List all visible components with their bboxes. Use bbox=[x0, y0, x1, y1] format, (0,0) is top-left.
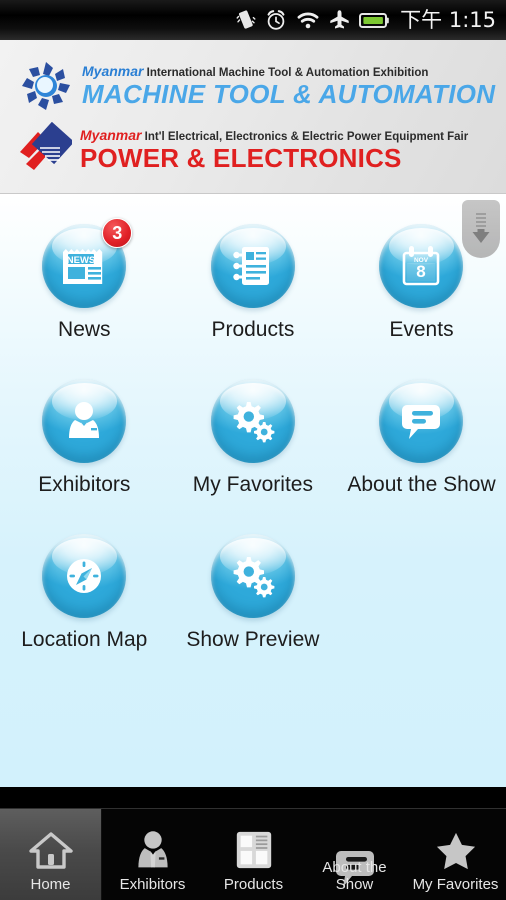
status-time: 下午 1:15 bbox=[400, 7, 496, 32]
machine-tool-title: MACHINE TOOL & AUTOMATION bbox=[82, 78, 496, 109]
menu-item-show-preview[interactable]: Show Preview bbox=[169, 498, 338, 653]
power-electronics-title: POWER & ELECTRONICS bbox=[80, 142, 402, 173]
battery-icon bbox=[359, 12, 389, 29]
power-electronics-subtitle: Int'l Electrical, Electronics & Electric… bbox=[144, 130, 469, 143]
menu-item-about-the-show[interactable]: About the Show bbox=[337, 343, 506, 498]
tab-label-about-the-show: About the Show bbox=[322, 859, 387, 893]
document-list-icon bbox=[211, 224, 295, 308]
gears-icon bbox=[211, 534, 295, 618]
status-bar: 下午 1:15 bbox=[0, 0, 506, 40]
scroll-down-icon[interactable] bbox=[462, 200, 500, 258]
businessperson-icon bbox=[131, 826, 175, 874]
menu-cell-empty bbox=[337, 498, 506, 653]
machine-tool-subtitle: International Machine Tool & Automation … bbox=[146, 66, 429, 79]
vibrate-icon bbox=[236, 9, 256, 31]
menu-label-news: News bbox=[58, 318, 111, 341]
menu-label-events: Events bbox=[389, 318, 454, 341]
tab-exhibitors[interactable]: Exhibitors bbox=[102, 809, 203, 900]
businessperson-icon bbox=[42, 379, 126, 463]
menu-item-news[interactable]: NEWS 3 News bbox=[0, 214, 169, 343]
newspaper-icon: NEWS bbox=[42, 224, 126, 308]
power-electronics-subtitle-line: Myanmar Int'l Electrical, Electronics & … bbox=[80, 126, 469, 144]
tab-home[interactable]: Home bbox=[0, 809, 102, 900]
menu-item-location-map[interactable]: Location Map bbox=[0, 498, 169, 653]
menu-label-exhibitors: Exhibitors bbox=[38, 473, 131, 496]
star-icon bbox=[434, 826, 478, 874]
machine-tool-logo-mark bbox=[18, 58, 74, 114]
tab-label-my-favorites: My Favorites bbox=[412, 876, 499, 893]
svg-text:NEWS: NEWS bbox=[67, 255, 96, 266]
machine-tool-brand: Myanmar bbox=[82, 62, 144, 79]
phone-screen: 下午 1:15 Myanmar International Machine To… bbox=[0, 0, 506, 900]
menu-label-location-map: Location Map bbox=[21, 628, 148, 651]
menu-label-show-preview: Show Preview bbox=[186, 628, 320, 651]
tab-my-favorites[interactable]: My Favorites bbox=[405, 809, 506, 900]
power-electronics-brand: Myanmar bbox=[80, 126, 142, 143]
power-electronics-logo-mark bbox=[16, 121, 75, 178]
menu-label-about-the-show: About the Show bbox=[347, 473, 496, 496]
power-electronics-logo: Myanmar Int'l Electrical, Electronics & … bbox=[16, 121, 469, 178]
menu-item-my-favorites[interactable]: My Favorites bbox=[169, 343, 338, 498]
gears-icon bbox=[211, 379, 295, 463]
books-icon bbox=[232, 826, 276, 874]
home-icon bbox=[28, 826, 73, 874]
wifi-icon bbox=[296, 10, 320, 30]
machine-tool-subtitle-line: Myanmar International Machine Tool & Aut… bbox=[82, 62, 495, 80]
tab-label-exhibitors: Exhibitors bbox=[119, 876, 186, 893]
tab-label-products: Products bbox=[223, 876, 284, 893]
menu-item-exhibitors[interactable]: Exhibitors bbox=[0, 343, 169, 498]
tab-products[interactable]: Products bbox=[203, 809, 304, 900]
svg-text:8: 8 bbox=[417, 262, 426, 281]
alarm-icon bbox=[265, 9, 287, 31]
tab-label-home: Home bbox=[30, 876, 71, 893]
calendar-icon: NOV 8 bbox=[379, 224, 463, 308]
bottom-tab-bar: Home Exhibitors Products About the Show … bbox=[0, 808, 506, 900]
home-menu-grid: NEWS 3 News Products NOV 8 Events Exhibi… bbox=[0, 194, 506, 787]
speech-bubble-icon bbox=[379, 379, 463, 463]
machine-tool-logo: Myanmar International Machine Tool & Aut… bbox=[18, 58, 495, 114]
menu-label-my-favorites: My Favorites bbox=[192, 473, 313, 496]
menu-item-products[interactable]: Products bbox=[169, 214, 338, 343]
compass-icon bbox=[42, 534, 126, 618]
menu-label-products: Products bbox=[211, 318, 295, 341]
event-banner: Myanmar International Machine Tool & Aut… bbox=[0, 40, 506, 194]
tab-about-the-show[interactable]: About the Show bbox=[304, 809, 405, 900]
airplane-mode-icon bbox=[329, 9, 350, 31]
